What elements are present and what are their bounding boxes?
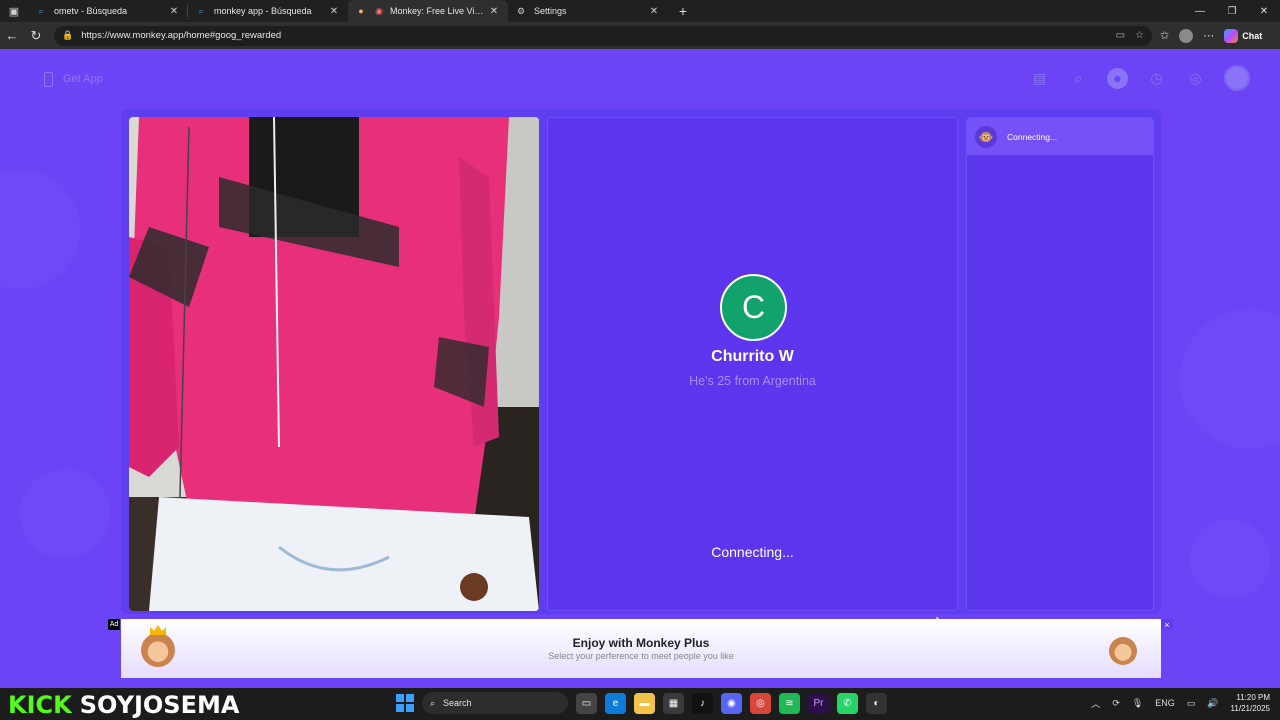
video-chat-stage: C Churrito W He's 25 from Argentina Conn… [121, 109, 1161, 614]
tab-ometv[interactable]: ⌕ ometv - Búsqueda ✕ [28, 0, 188, 22]
tab-monkey-search[interactable]: ⌕ monkey app - Búsqueda ✕ [188, 0, 348, 22]
windows-start-icon[interactable] [396, 694, 414, 712]
tab-title: Monkey: Free Live Video Ch... [390, 6, 488, 16]
top-nav-icons: ▤ ⌕ ● ◷ ◎ [1029, 65, 1250, 91]
volume-icon[interactable]: 🔊 [1207, 698, 1218, 709]
taskbar-search-label: Search [443, 698, 472, 708]
refresh-icon[interactable]: ↻ [24, 28, 48, 44]
history-icon[interactable]: ◷ [1146, 68, 1167, 89]
favorite-star-icon[interactable]: ☆ [1135, 30, 1144, 41]
tab-title: Settings [534, 6, 567, 16]
lock-icon[interactable]: 🔒 [62, 30, 73, 41]
chat-status-row: 🐵 Connecting... [967, 118, 1153, 155]
close-icon[interactable]: ✕ [488, 6, 500, 17]
minimize-icon[interactable]: — [1184, 6, 1216, 17]
tab-actions-icon[interactable]: ▣ [0, 0, 28, 22]
tab-monkey-app[interactable]: ● ◉ Monkey: Free Live Video Ch... ✕ [348, 0, 508, 22]
user-avatar[interactable] [1224, 65, 1250, 91]
restore-icon[interactable]: ❐ [1216, 6, 1248, 17]
ad-title: Enjoy with Monkey Plus [572, 636, 710, 650]
stream-label-kick: KICK [8, 691, 72, 719]
profile-avatar[interactable] [1179, 28, 1194, 43]
chat-status-text: Connecting... [1007, 131, 1058, 142]
partner-panel: C Churrito W He's 25 from Argentina Conn… [547, 117, 958, 611]
language-indicator[interactable]: ENG [1155, 698, 1175, 708]
partner-name: Churrito W [711, 348, 794, 365]
search-icon: ⌕ [198, 5, 204, 16]
obs-icon[interactable]: ◐ [866, 692, 887, 714]
monkey-icon: ● [358, 6, 364, 16]
close-icon[interactable]: ✕ [648, 6, 660, 17]
microphone-icon[interactable]: 🎙 [1132, 698, 1143, 709]
self-video-frame [129, 117, 539, 611]
address-bar-row: ← ↻ 🔒 https://www.monkey.app/home#goog_r… [0, 22, 1280, 49]
edge-icon[interactable]: e [605, 692, 626, 714]
file-explorer-icon[interactable]: ▬ [634, 692, 655, 714]
messages-icon[interactable]: ◎ [1185, 68, 1206, 89]
connection-status: Connecting... [711, 544, 794, 560]
store-icon[interactable]: ▦ [663, 692, 684, 714]
self-video [129, 117, 539, 611]
ad-subtitle: Select your perference to meet people yo… [548, 651, 734, 661]
ad-label: Ad [108, 619, 120, 630]
clock-time: 11:20 PM [1236, 693, 1270, 702]
partner-avatar: C [720, 274, 787, 341]
chat-panel: 🐵 Connecting... [966, 117, 1154, 611]
close-window-icon[interactable]: ✕ [1248, 6, 1280, 17]
gear-icon: ⚙ [516, 5, 526, 16]
monkey-page: Get App ▤ ⌕ ● ◷ ◎ C Churrito W He's 25 f… [0, 49, 1280, 688]
get-app-label: Get App [63, 73, 103, 85]
ad-banner[interactable]: Enjoy with Monkey Plus Select your perfe… [121, 619, 1161, 678]
get-app-button[interactable]: Get App [36, 66, 111, 92]
copilot-label: Chat [1242, 30, 1263, 41]
partner-info: He's 25 from Argentina [689, 374, 816, 388]
stream-label-user: SOYJOSEMA [79, 691, 240, 719]
camera-indicator-icon[interactable]: ▭ [1116, 30, 1125, 41]
recording-icon: ◉ [375, 5, 383, 16]
clock-date: 11/21/2025 [1230, 704, 1270, 713]
tiktok-icon[interactable]: ♪ [692, 692, 713, 714]
system-tray: ︿ ⟳ 🎙 ENG ▭ 🔊 11:20 PM 11/21/2025 [1091, 692, 1270, 714]
clock[interactable]: 11:20 PM 11/21/2025 [1231, 692, 1270, 714]
monkey-icon [1109, 637, 1137, 665]
whatsapp-icon[interactable]: ✆ [837, 692, 858, 714]
windows-taskbar: KICK SOYJOSEMA ⌕ Search ▭ e ▬ ▦ ♪ ◉ ◎ ≋ … [0, 688, 1280, 720]
url-text: https://www.monkey.app/home#goog_rewarde… [81, 30, 282, 41]
favorites-icon[interactable]: ✩ [1160, 29, 1169, 42]
network-icon[interactable]: ▭ [1187, 698, 1196, 709]
chevron-up-icon[interactable]: ︿ [1091, 697, 1100, 710]
tab-title: monkey app - Búsqueda [214, 6, 312, 16]
new-tab-icon[interactable]: + [672, 3, 694, 19]
copilot-chat-button[interactable]: Chat [1224, 28, 1263, 43]
sync-icon[interactable]: ⟳ [1112, 698, 1120, 709]
monkey-face-icon[interactable]: ● [1107, 67, 1128, 89]
back-icon[interactable]: ← [0, 28, 24, 43]
url-field[interactable]: 🔒 https://www.monkey.app/home#goog_rewar… [54, 25, 1152, 46]
stream-overlay: KICK SOYJOSEMA [8, 691, 239, 719]
search-icon[interactable]: ⌕ [1068, 68, 1089, 89]
taskbar-apps: ⌕ Search ▭ e ▬ ▦ ♪ ◉ ◎ ≋ Pr ✆ ◐ [396, 692, 887, 714]
more-menu-icon[interactable]: ⋯ [1203, 29, 1214, 42]
shop-icon[interactable]: ▤ [1029, 68, 1050, 89]
monkey-icon: 🐵 [975, 125, 997, 148]
discord-icon[interactable]: ◉ [721, 692, 742, 714]
spotify-icon[interactable]: ≋ [779, 692, 800, 714]
phone-icon [44, 71, 53, 87]
tab-settings[interactable]: ⚙ Settings ✕ [508, 0, 668, 22]
taskbar-search[interactable]: ⌕ Search [422, 692, 568, 714]
premiere-icon[interactable]: Pr [808, 692, 829, 714]
close-icon[interactable]: ✕ [328, 6, 340, 17]
search-icon: ⌕ [430, 697, 436, 708]
copilot-icon [1224, 28, 1239, 43]
chrome-icon[interactable]: ◎ [750, 692, 771, 714]
ad-close-button[interactable]: × [1161, 619, 1173, 630]
task-view-icon[interactable]: ▭ [576, 692, 597, 714]
close-icon[interactable]: ✕ [168, 6, 180, 17]
search-icon: ⌕ [38, 5, 44, 16]
tab-title: ometv - Búsqueda [54, 6, 128, 16]
browser-tab-bar: ▣ ⌕ ometv - Búsqueda ✕ ⌕ monkey app - Bú… [0, 0, 1280, 22]
